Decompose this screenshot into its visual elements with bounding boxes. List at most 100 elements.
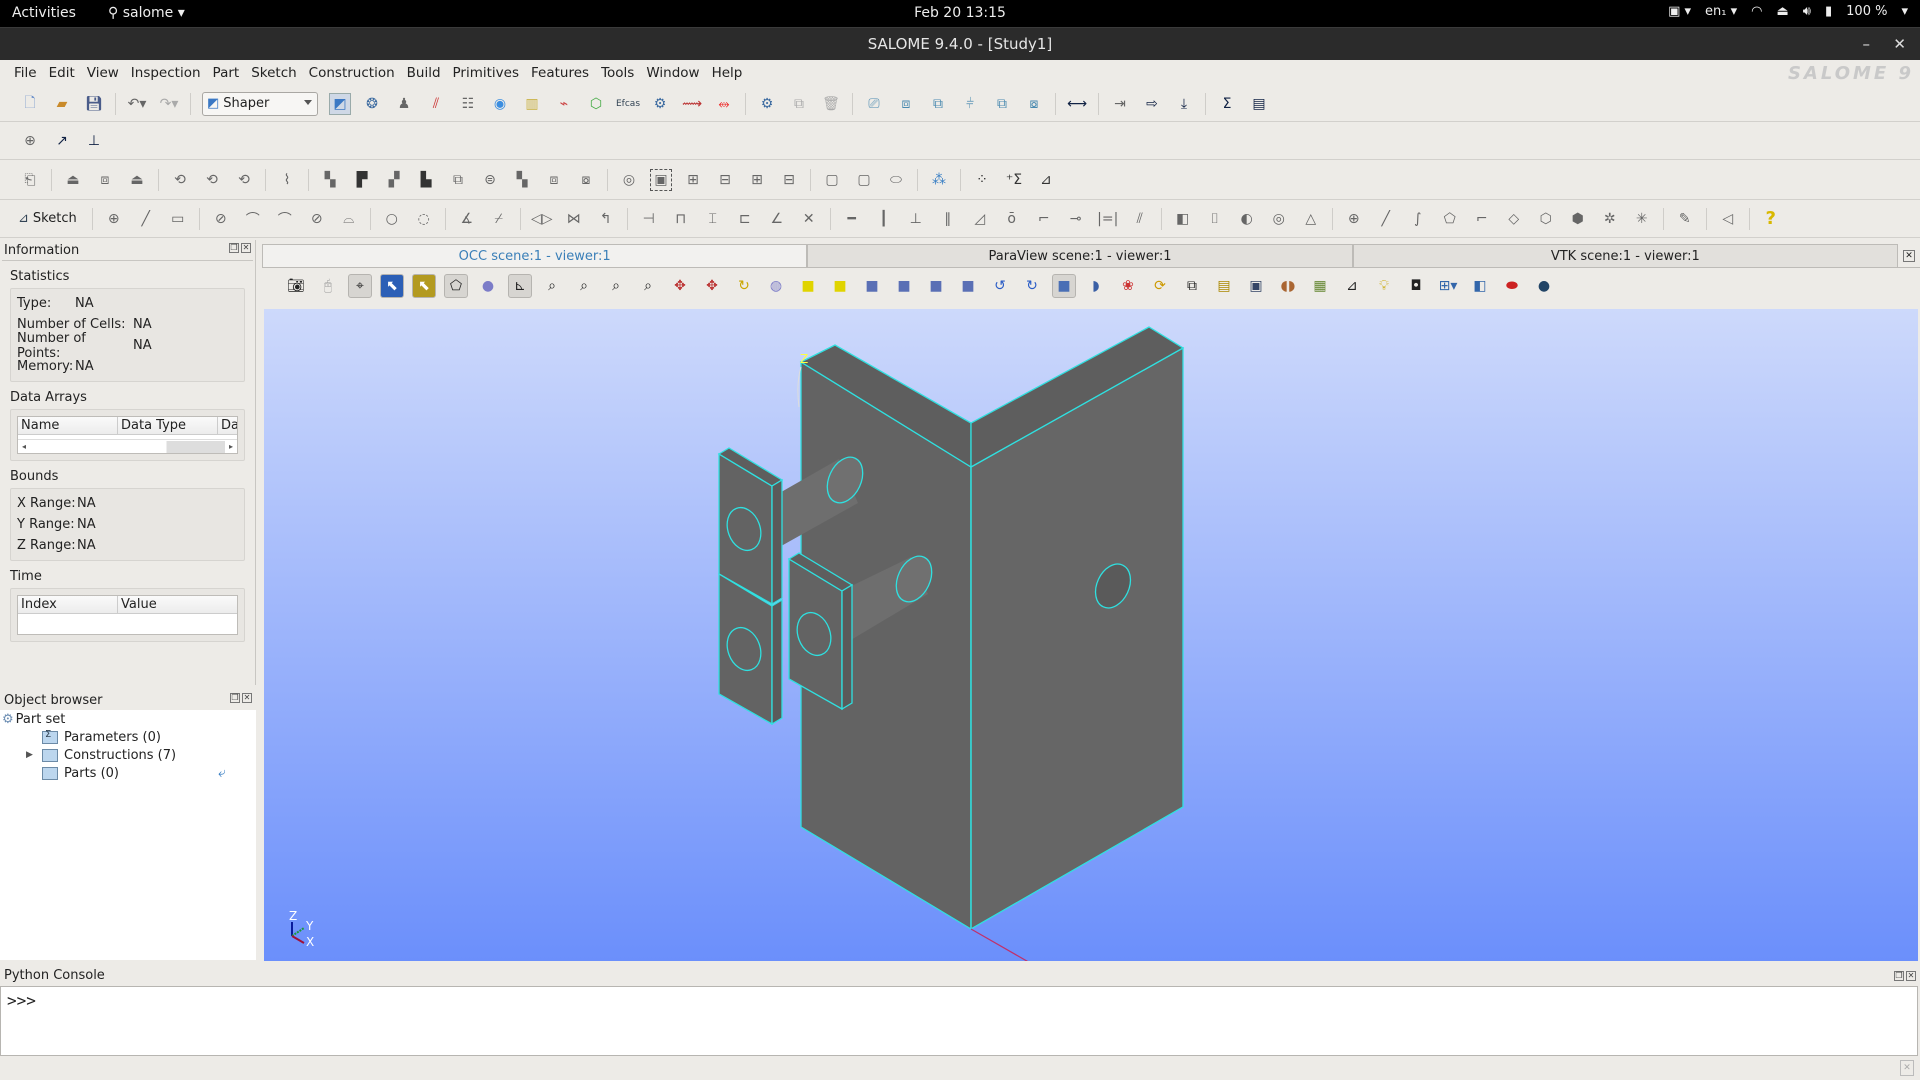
shell-icon[interactable]: ⌐ — [1471, 208, 1493, 230]
angle-constraint-icon[interactable]: ∠ — [766, 208, 788, 230]
split-feature-icon[interactable]: ⧉ — [447, 169, 469, 191]
graduated-icon[interactable]: ⊿ — [1340, 274, 1364, 298]
menu-construction[interactable]: Construction — [303, 65, 401, 81]
mouse-icon[interactable]: 🖰︎ — [316, 274, 340, 298]
compound-icon[interactable]: ⬢ — [1567, 208, 1589, 230]
export-icon[interactable]: ⇨ — [1141, 93, 1163, 115]
expand-arrow-icon[interactable]: ▶ — [26, 750, 42, 760]
object-tree[interactable]: ⚙ Part set Σ Parameters (0) ▶ Constructions… — [0, 710, 256, 782]
smash-icon[interactable]: ▙ — [415, 169, 437, 191]
perpendicular-icon[interactable]: ⊥ — [905, 208, 927, 230]
polygon-selection-icon[interactable]: ⬠ — [444, 274, 468, 298]
sketch-mirror-icon[interactable]: ◁▷ — [531, 208, 553, 230]
float-panel-button[interactable]: ❐ — [230, 693, 240, 703]
sketch-rectangle-icon[interactable]: ▭ — [167, 208, 189, 230]
tab-occ-viewer[interactable]: OCC scene:1 - viewer:1 — [262, 244, 808, 267]
coincident-icon[interactable]: ◿ — [969, 208, 991, 230]
split-icon[interactable]: ⫩ — [959, 93, 981, 115]
close-window-button[interactable]: ✕ — [1893, 28, 1906, 61]
rotate-icon[interactable]: ↻ — [732, 274, 756, 298]
data-arrays-table[interactable]: NameData TypeDat ◂▸ — [17, 416, 238, 454]
help-icon[interactable]: ? — [1760, 208, 1782, 230]
field-icon[interactable]: ⁂ — [928, 169, 950, 191]
menu-inspection[interactable]: Inspection — [125, 65, 207, 81]
global-pan-icon[interactable]: ✥ — [700, 274, 724, 298]
menu-window[interactable]: Window — [640, 65, 705, 81]
recover-icon[interactable]: ⎗ — [19, 169, 41, 191]
close-console-button[interactable]: ✕ — [1906, 971, 1916, 981]
open-folder-icon[interactable]: ▰ — [51, 93, 73, 115]
tree-item-part-set[interactable]: ⚙ Part set — [0, 710, 256, 728]
light-icon[interactable]: 💡︎ — [1372, 274, 1396, 298]
chamfer-icon[interactable]: ▢ — [853, 169, 875, 191]
float-console-button[interactable]: ❐ — [1894, 971, 1904, 981]
intersection-icon[interactable]: ▚ — [511, 169, 533, 191]
shading-icon[interactable]: ◗ — [1084, 274, 1108, 298]
zoom-icon[interactable]: ⌕ — [636, 274, 660, 298]
extrusion-cut-icon[interactable]: ⧈ — [94, 169, 116, 191]
tree-item-parameters[interactable]: Σ Parameters (0) — [0, 728, 256, 746]
sketch-button[interactable]: ⊿ Sketch — [18, 211, 77, 226]
point-icon[interactable]: ⊕ — [19, 130, 41, 152]
radius-constraint-icon[interactable]: ✕ — [798, 208, 820, 230]
hexablock-icon[interactable]: ⌁ — [553, 93, 575, 115]
minimize-button[interactable]: – — [1863, 28, 1871, 61]
homard-icon[interactable]: ⬡ — [585, 93, 607, 115]
close-panel-button[interactable]: ✕ — [242, 693, 252, 703]
app-menu[interactable]: ⚲ salome ▾ — [108, 5, 185, 21]
subshapes-icon[interactable]: ✲ — [1599, 208, 1621, 230]
tab-vtk-viewer[interactable]: VTK scene:1 - viewer:1 — [1352, 244, 1898, 267]
yacs-module-icon[interactable]: ☷ — [457, 93, 479, 115]
menu-primitives[interactable]: Primitives — [447, 65, 525, 81]
remove-results-icon[interactable]: ⧈ — [895, 93, 917, 115]
time-table[interactable]: Index Value — [17, 595, 238, 635]
axis-icon[interactable]: ↗ — [51, 130, 73, 152]
ray-tracing-icon[interactable]: ⬬ — [1500, 274, 1524, 298]
undo-icon[interactable]: ↶▾ — [126, 93, 148, 115]
fuse-icon[interactable]: ▛ — [351, 169, 373, 191]
revolution-icon[interactable]: ⟲ — [169, 169, 191, 191]
rotation-point-icon[interactable]: ◍ — [764, 274, 788, 298]
sphere-icon[interactable]: ◐ — [1236, 208, 1258, 230]
sketch-ellipse-icon[interactable]: ⊘ — [306, 208, 328, 230]
macro-icon[interactable]: ✎ — [1674, 208, 1696, 230]
compsolid-icon[interactable]: ⬡ — [1535, 208, 1557, 230]
tab-paraview-viewer[interactable]: ParaView scene:1 - viewer:1 — [807, 244, 1353, 267]
collinear-icon[interactable]: ⫽ — [1129, 208, 1151, 230]
sketch-arc-tangent-icon[interactable]: ⌒ — [274, 208, 296, 230]
edge-icon[interactable]: ╱ — [1375, 208, 1397, 230]
vertical-distance-icon[interactable]: ⌶ — [702, 208, 724, 230]
rotate-clockwise-icon[interactable]: ↻ — [1020, 274, 1044, 298]
menu-edit[interactable]: Edit — [43, 65, 81, 81]
menu-tools[interactable]: Tools — [595, 65, 640, 81]
plane-icon[interactable]: ⊥ — [83, 130, 105, 152]
smesh-module-icon[interactable]: ♟ — [393, 93, 415, 115]
float-panel-button[interactable]: ❐ — [229, 243, 239, 253]
ungroup-icon[interactable]: ⧇ — [1023, 93, 1045, 115]
cut-icon[interactable]: ▚ — [319, 169, 341, 191]
sketch-angle-icon[interactable]: ∡ — [456, 208, 478, 230]
revolution-fuse-icon[interactable]: ⟲ — [233, 169, 255, 191]
symmetry-icon[interactable]: ⊟ — [714, 169, 736, 191]
preselection-icon[interactable]: ⌖ — [348, 274, 372, 298]
filling-icon[interactable]: ✳ — [1631, 208, 1653, 230]
efcas-icon[interactable]: Efcas — [616, 93, 640, 115]
rigid-icon[interactable]: ⌐ — [1033, 208, 1055, 230]
split-view-icon[interactable]: ⊞▾ — [1436, 274, 1460, 298]
sketch-arc-icon[interactable]: ⌒ — [242, 208, 264, 230]
torus-icon[interactable]: ◎ — [1268, 208, 1290, 230]
menu-build[interactable]: Build — [401, 65, 447, 81]
revolution-cut-icon[interactable]: ⟲ — [201, 169, 223, 191]
chevron-down-icon[interactable]: ▾ — [1901, 4, 1908, 19]
vertex-icon[interactable]: ⊕ — [1343, 208, 1365, 230]
menu-help[interactable]: Help — [706, 65, 749, 81]
red-module-icon[interactable]: ⥈ — [713, 93, 735, 115]
status-close-button[interactable]: ✕ — [1900, 1060, 1914, 1076]
pipe-icon[interactable]: ⌇ — [276, 169, 298, 191]
system-tray[interactable]: ▣ ▾ en₁ ▾ ◠ ⏏ 🔊︎ ▮ 100 % ▾ — [1668, 4, 1908, 19]
projection-icon[interactable]: ■ — [1052, 274, 1076, 298]
placement-icon[interactable]: ▣ — [650, 168, 672, 191]
polyline-icon[interactable]: ⊿ — [1035, 169, 1057, 191]
sketch-rotate-icon[interactable]: ↰ — [595, 208, 617, 230]
graduated-axes-icon[interactable]: ▤ — [1212, 274, 1236, 298]
